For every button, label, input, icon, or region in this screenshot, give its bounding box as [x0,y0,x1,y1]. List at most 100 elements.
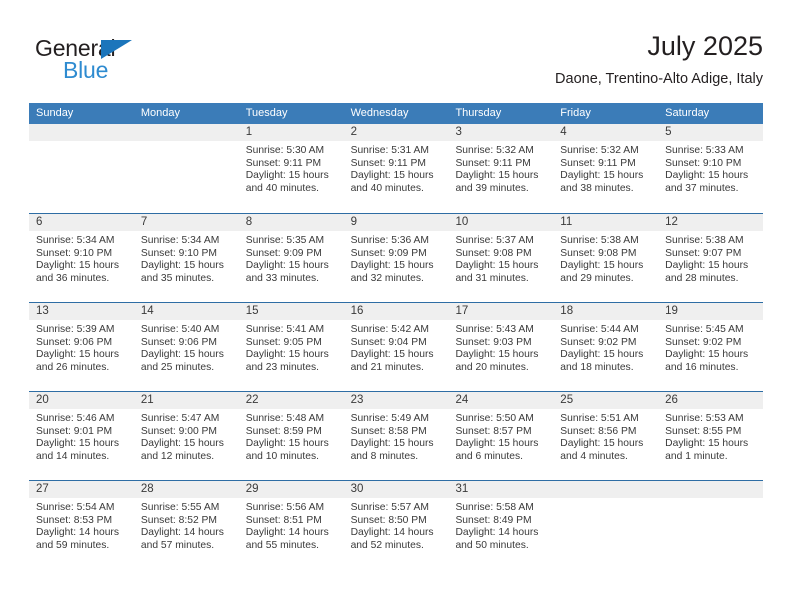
daylight-text-line1: Daylight: 15 hours [36,438,119,450]
daylight-text-line2: and 52 minutes. [350,539,424,551]
logo-text-blue: Blue [63,57,109,83]
day-sun-info: Sunrise: 5:58 AM Sunset: 8:49 PM Daylight:… [448,498,553,552]
day-sun-info: Sunrise: 5:54 AM Sunset: 8:53 PM Daylight:… [29,498,134,552]
calendar-day-cell[interactable]: 15 Sunrise: 5:41 AM Sunset: 9:05 PM Dayligh… [238,303,344,391]
daylight-text-line1: Daylight: 15 hours [36,349,119,361]
sunrise-text: Sunrise: 5:34 AM [140,235,220,246]
daylight-text-line2: and 59 minutes. [36,539,110,551]
calendar-day-cell[interactable]: 27 Sunrise: 5:54 AM Sunset: 8:53 PM Dayligh… [29,481,134,569]
daylight-text-line1: Daylight: 15 hours [455,260,539,272]
day-number: 8 [238,214,344,231]
day-number: 26 [658,392,764,409]
calendar-day-cell[interactable]: 21 Sunrise: 5:47 AM Sunset: 9:00 PM Dayligh… [133,392,239,480]
day-number: 21 [133,392,239,409]
calendar-week-row: 27 Sunrise: 5:54 AM Sunset: 8:53 PM Dayligh… [29,480,764,569]
calendar-day-cell[interactable]: 16 Sunrise: 5:42 AM Sunset: 9:04 PM Dayligh… [343,303,449,391]
sunrise-text: Sunrise: 5:32 AM [560,145,639,156]
calendar-day-cell[interactable]: 31 Sunrise: 5:58 AM Sunset: 8:49 PM Dayligh… [448,481,554,569]
sunset-text: Sunset: 8:58 PM [350,425,427,437]
daylight-text-line2: and 36 minutes. [36,272,110,284]
sunset-text: Sunset: 8:52 PM [140,514,217,526]
calendar-day-cell[interactable]: 10 Sunrise: 5:37 AM Sunset: 9:08 PM Dayligh… [448,214,554,302]
calendar-day-cell[interactable]: 26 Sunrise: 5:53 AM Sunset: 8:55 PM Dayligh… [658,392,764,480]
sunrise-text: Sunrise: 5:38 AM [560,235,639,246]
day-number: 17 [448,303,554,320]
sunrise-text: Sunrise: 5:42 AM [350,324,429,335]
page-header: General Blue July 2025 Daone, Trentino-A… [29,30,763,98]
calendar-day-cell[interactable]: 25 Sunrise: 5:51 AM Sunset: 8:56 PM Dayligh… [553,392,659,480]
day-number: 20 [29,392,134,409]
daylight-text-line1: Daylight: 15 hours [560,349,644,361]
calendar-day-cell[interactable]: 28 Sunrise: 5:55 AM Sunset: 8:52 PM Dayligh… [133,481,239,569]
daylight-text-line1: Daylight: 15 hours [350,438,434,450]
weekday-header-tuesday: Tuesday [245,107,288,119]
calendar-day-cell[interactable]: 3 Sunrise: 5:32 AM Sunset: 9:11 PM Daylight… [448,124,554,213]
sunset-text: Sunset: 9:04 PM [350,336,427,348]
calendar-day-cell[interactable]: 7 Sunrise: 5:34 AM Sunset: 9:10 PM Daylight… [133,214,239,302]
sunset-text: Sunset: 9:11 PM [245,157,322,169]
calendar-day-cell[interactable]: 1 Sunrise: 5:30 AM Sunset: 9:11 PM Daylight… [238,124,344,213]
calendar-day-cell[interactable]: 6 Sunrise: 5:34 AM Sunset: 9:10 PM Daylight… [29,214,134,302]
daylight-text-line1: Daylight: 15 hours [665,260,749,272]
day-sun-info: Sunrise: 5:41 AM Sunset: 9:05 PM Daylight:… [239,320,344,374]
daylight-text-line1: Daylight: 14 hours [140,527,224,539]
day-number: 22 [238,392,344,409]
day-sun-info: Sunrise: 5:34 AM Sunset: 9:10 PM Daylight:… [29,231,134,285]
sunrise-text: Sunrise: 5:40 AM [140,324,220,335]
sunrise-text: Sunrise: 5:44 AM [560,324,639,335]
sunrise-text: Sunrise: 5:33 AM [665,145,744,156]
day-number: 24 [448,392,554,409]
general-blue-logo[interactable]: General Blue [35,36,235,88]
calendar-day-cell[interactable]: 14 Sunrise: 5:40 AM Sunset: 9:06 PM Dayligh… [133,303,239,391]
daylight-text-line2: and 31 minutes. [455,272,529,284]
day-sun-info: Sunrise: 5:57 AM Sunset: 8:50 PM Daylight:… [344,498,449,552]
calendar-day-cell[interactable]: 29 Sunrise: 5:56 AM Sunset: 8:51 PM Dayligh… [238,481,344,569]
daylight-text-line1: Daylight: 15 hours [245,438,329,450]
day-sun-info: Sunrise: 5:30 AM Sunset: 9:11 PM Daylight:… [239,141,344,195]
calendar-page: General Blue July 2025 Daone, Trentino-A… [0,0,792,612]
calendar-day-cell[interactable]: 11 Sunrise: 5:38 AM Sunset: 9:08 PM Dayligh… [553,214,659,302]
calendar-day-cell[interactable]: 12 Sunrise: 5:38 AM Sunset: 9:07 PM Dayligh… [658,214,764,302]
calendar-day-cell[interactable]: 24 Sunrise: 5:50 AM Sunset: 8:57 PM Dayligh… [448,392,554,480]
day-number: 31 [448,481,554,498]
calendar-day-cell[interactable]: 19 Sunrise: 5:45 AM Sunset: 9:02 PM Dayligh… [658,303,764,391]
calendar-day-cell[interactable]: 22 Sunrise: 5:48 AM Sunset: 8:59 PM Dayligh… [238,392,344,480]
calendar-day-cell[interactable]: 20 Sunrise: 5:46 AM Sunset: 9:01 PM Dayligh… [29,392,134,480]
sunset-text: Sunset: 9:02 PM [560,336,637,348]
daylight-text-line2: and 32 minutes. [350,272,424,284]
daylight-text-line1: Daylight: 15 hours [455,349,539,361]
day-sun-info: Sunrise: 5:45 AM Sunset: 9:02 PM Daylight:… [658,320,763,374]
day-sun-info: Sunrise: 5:44 AM Sunset: 9:02 PM Daylight:… [553,320,658,374]
daylight-text-line1: Daylight: 15 hours [245,170,329,182]
calendar-day-cell[interactable]: 8 Sunrise: 5:35 AM Sunset: 9:09 PM Daylight… [238,214,344,302]
calendar-day-cell[interactable]: 13 Sunrise: 5:39 AM Sunset: 9:06 PM Dayligh… [29,303,134,391]
day-number: 15 [238,303,344,320]
sunset-text: Sunset: 8:56 PM [560,425,637,437]
daylight-text-line1: Daylight: 15 hours [140,260,224,272]
daylight-text-line1: Daylight: 15 hours [245,349,329,361]
weekday-header-wednesday: Wednesday [350,107,409,119]
day-number: 6 [29,214,134,231]
daylight-text-line2: and 14 minutes. [36,450,110,462]
daylight-text-line2: and 4 minutes. [560,450,628,462]
day-sun-info: Sunrise: 5:37 AM Sunset: 9:08 PM Daylight:… [448,231,553,285]
calendar-day-cell[interactable]: 5 Sunrise: 5:33 AM Sunset: 9:10 PM Daylight… [658,124,764,213]
daylight-text-line2: and 33 minutes. [245,272,319,284]
calendar-empty-cell [133,124,239,213]
calendar-day-cell[interactable]: 9 Sunrise: 5:36 AM Sunset: 9:09 PM Daylight… [343,214,449,302]
calendar-day-cell[interactable]: 18 Sunrise: 5:44 AM Sunset: 9:02 PM Dayligh… [553,303,659,391]
daylight-text-line1: Daylight: 15 hours [455,170,539,182]
day-sun-info: Sunrise: 5:48 AM Sunset: 8:59 PM Daylight:… [239,409,344,463]
sunset-text: Sunset: 9:08 PM [455,247,532,259]
calendar-day-cell[interactable]: 30 Sunrise: 5:57 AM Sunset: 8:50 PM Dayligh… [343,481,449,569]
calendar-day-cell[interactable]: 2 Sunrise: 5:31 AM Sunset: 9:11 PM Daylight… [343,124,449,213]
calendar-day-cell[interactable]: 4 Sunrise: 5:32 AM Sunset: 9:11 PM Daylight… [553,124,659,213]
sunset-text: Sunset: 8:50 PM [350,514,427,526]
daylight-text-line2: and 18 minutes. [560,361,634,373]
calendar-day-cell[interactable]: 17 Sunrise: 5:43 AM Sunset: 9:03 PM Dayligh… [448,303,554,391]
sunset-text: Sunset: 8:49 PM [455,514,532,526]
sunset-text: Sunset: 8:53 PM [36,514,113,526]
sunrise-text: Sunrise: 5:50 AM [455,413,534,424]
sunset-text: Sunset: 9:11 PM [560,157,636,169]
calendar-day-cell[interactable]: 23 Sunrise: 5:49 AM Sunset: 8:58 PM Dayligh… [343,392,449,480]
